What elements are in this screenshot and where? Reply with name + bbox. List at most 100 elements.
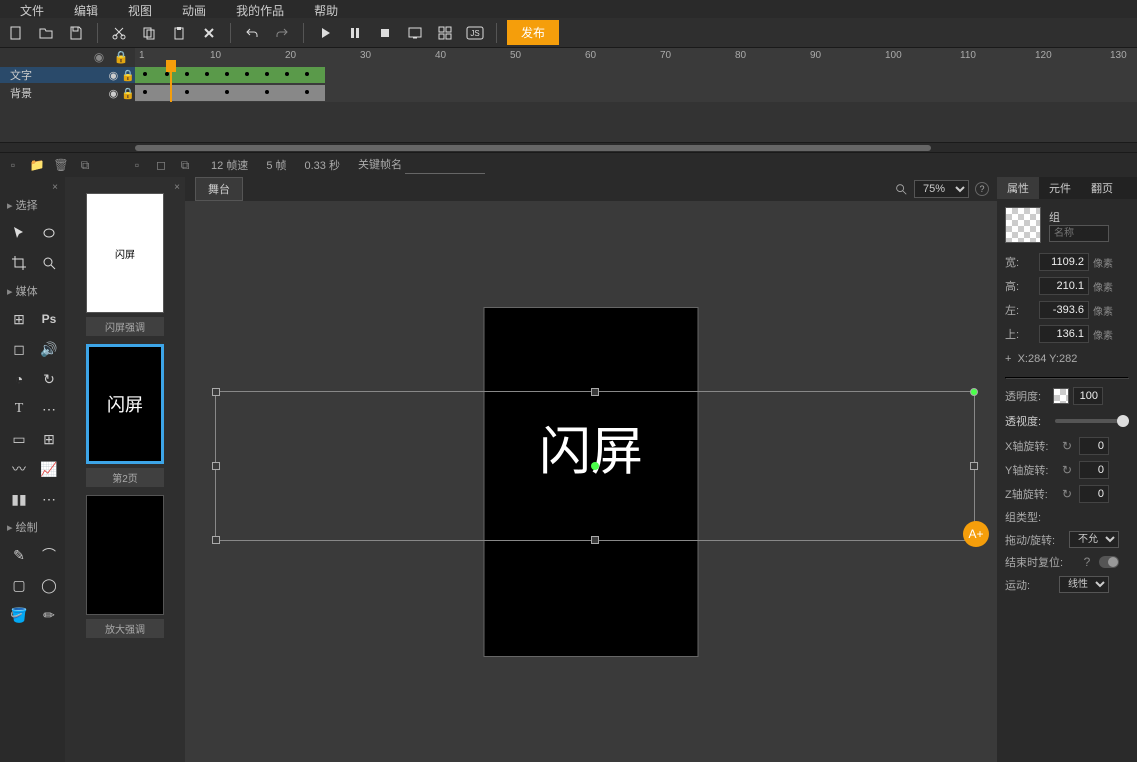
undo-icon[interactable]: [241, 22, 263, 44]
text-tool[interactable]: T: [7, 397, 31, 421]
tab-components[interactable]: 元件: [1039, 177, 1081, 199]
page-thumb[interactable]: 闪屏: [86, 344, 164, 464]
menu-file[interactable]: 文件: [5, 0, 59, 18]
tools-close-icon[interactable]: ×: [5, 182, 60, 193]
timeline-ruler[interactable]: 1102030405060708090100110120130: [135, 48, 1137, 66]
page-thumb[interactable]: [86, 495, 164, 615]
stage-tab[interactable]: 舞台: [195, 177, 243, 201]
element-name-input[interactable]: [1049, 225, 1109, 242]
blank-kf-icon[interactable]: ◻: [153, 158, 169, 172]
visibility-slider[interactable]: [1055, 419, 1129, 423]
copy-page-icon[interactable]: ⧉: [77, 158, 93, 173]
visibility-header-icon[interactable]: ◉: [91, 50, 107, 64]
anchor-icon[interactable]: +: [1005, 353, 1011, 365]
sound-icon[interactable]: 🔊: [37, 337, 61, 361]
layer-bg-track[interactable]: [135, 84, 1137, 102]
playhead[interactable]: [170, 66, 172, 102]
rotate-icon[interactable]: ↻: [37, 367, 61, 391]
help-icon[interactable]: ?: [975, 182, 989, 196]
delete-page-icon[interactable]: 🗑: [53, 158, 69, 172]
stage-canvas[interactable]: 闪屏 A+: [185, 201, 997, 762]
page-thumb[interactable]: 闪屏: [86, 193, 164, 313]
chart-icon[interactable]: 📈: [37, 457, 61, 481]
menu-edit[interactable]: 编辑: [59, 0, 113, 18]
paste-icon[interactable]: [168, 22, 190, 44]
opacity-pattern-icon[interactable]: [1053, 388, 1069, 404]
js-icon[interactable]: JS: [464, 22, 486, 44]
menu-animation[interactable]: 动画: [167, 0, 221, 18]
ps-icon[interactable]: Ps: [37, 307, 61, 331]
bars-icon[interactable]: ▮▮: [7, 487, 31, 511]
tab-attributes[interactable]: 属性: [997, 177, 1039, 199]
tab-pages[interactable]: 翻页: [1081, 177, 1123, 199]
drag-rotate-select[interactable]: 不允许: [1069, 531, 1119, 548]
selection-box[interactable]: [215, 391, 975, 541]
zrot-input[interactable]: 0: [1079, 485, 1109, 503]
motion-select[interactable]: 线性: [1059, 576, 1109, 593]
zoom-select[interactable]: 75%: [914, 180, 969, 198]
pause-icon[interactable]: [344, 22, 366, 44]
open-icon[interactable]: [35, 22, 57, 44]
new-page-icon[interactable]: ▫: [5, 158, 21, 172]
menu-help[interactable]: 帮助: [299, 0, 353, 18]
fill-swatch[interactable]: [1005, 207, 1041, 243]
zoom-tool[interactable]: [37, 251, 61, 275]
grid-icon[interactable]: [434, 22, 456, 44]
add-element-button[interactable]: A+: [963, 521, 989, 547]
page-thumbnail[interactable]: 2闪屏第2页: [70, 344, 180, 487]
layer-bg-label[interactable]: 背景 ◉ 🔒: [0, 85, 135, 101]
copy-icon[interactable]: [138, 22, 160, 44]
ellipse-tool[interactable]: ◯: [37, 573, 61, 597]
comp-icon[interactable]: ◻: [7, 337, 31, 361]
new-icon[interactable]: [5, 22, 27, 44]
curve-tool[interactable]: ⌒: [37, 543, 61, 567]
redo-icon[interactable]: [271, 22, 293, 44]
width-input[interactable]: 1109.2: [1039, 253, 1089, 271]
pen-tool[interactable]: ✎: [7, 543, 31, 567]
rect-draw-tool[interactable]: ▢: [7, 573, 31, 597]
publish-button[interactable]: 发布: [507, 20, 559, 45]
center-point-icon[interactable]: [591, 462, 599, 470]
yrot-icon[interactable]: ↻: [1059, 463, 1075, 477]
end-reset-help-icon[interactable]: ?: [1079, 555, 1095, 569]
xrot-input[interactable]: 0: [1079, 437, 1109, 455]
lock-header-icon[interactable]: 🔒: [113, 50, 129, 64]
bucket-tool[interactable]: 🪣: [7, 603, 31, 627]
eyedropper-tool[interactable]: ✏: [37, 603, 61, 627]
rect-tool[interactable]: ▭: [7, 427, 31, 451]
menu-view[interactable]: 视图: [113, 0, 167, 18]
select-tool[interactable]: [7, 221, 31, 245]
layer-text-label[interactable]: 文字 ◉ 🔒: [0, 67, 135, 83]
add-kf-icon[interactable]: ▫: [129, 158, 145, 172]
preview-icon[interactable]: [404, 22, 426, 44]
wave-icon[interactable]: 〰: [7, 457, 31, 481]
search-icon[interactable]: [894, 182, 908, 196]
height-input[interactable]: 210.1: [1039, 277, 1089, 295]
page-thumbnail[interactable]: 1闪屏闪屏强调: [70, 193, 180, 336]
play-icon[interactable]: [314, 22, 336, 44]
crop-tool[interactable]: [7, 251, 31, 275]
stop-icon[interactable]: [374, 22, 396, 44]
opacity-input[interactable]: 100: [1073, 387, 1103, 405]
menu-works[interactable]: 我的作品: [221, 0, 299, 18]
left-input[interactable]: -393.6: [1039, 301, 1089, 319]
page-thumbnail[interactable]: 3放大强调: [70, 495, 180, 638]
zrot-icon[interactable]: ↻: [1059, 487, 1075, 501]
delete-icon[interactable]: [198, 22, 220, 44]
yrot-input[interactable]: 0: [1079, 461, 1109, 479]
end-reset-toggle[interactable]: [1099, 556, 1119, 568]
layer-text-track[interactable]: [135, 66, 1137, 84]
timeline-scrollbar[interactable]: [0, 142, 1137, 152]
keyframe-name-input[interactable]: [405, 158, 485, 174]
ellipsis-icon[interactable]: ⋯: [37, 397, 61, 421]
lasso-tool[interactable]: [37, 221, 61, 245]
paint-icon[interactable]: ◔: [7, 367, 31, 391]
top-input[interactable]: 136.1: [1039, 325, 1089, 343]
new-folder-icon[interactable]: 📁: [29, 158, 45, 172]
cut-icon[interactable]: [108, 22, 130, 44]
grid-media-icon[interactable]: ⊞: [7, 307, 31, 331]
copy-kf-icon[interactable]: ⧉: [177, 158, 193, 173]
xrot-icon[interactable]: ↻: [1059, 439, 1075, 453]
pages-close-icon[interactable]: ×: [70, 182, 180, 193]
more-icon[interactable]: ⋯: [37, 487, 61, 511]
